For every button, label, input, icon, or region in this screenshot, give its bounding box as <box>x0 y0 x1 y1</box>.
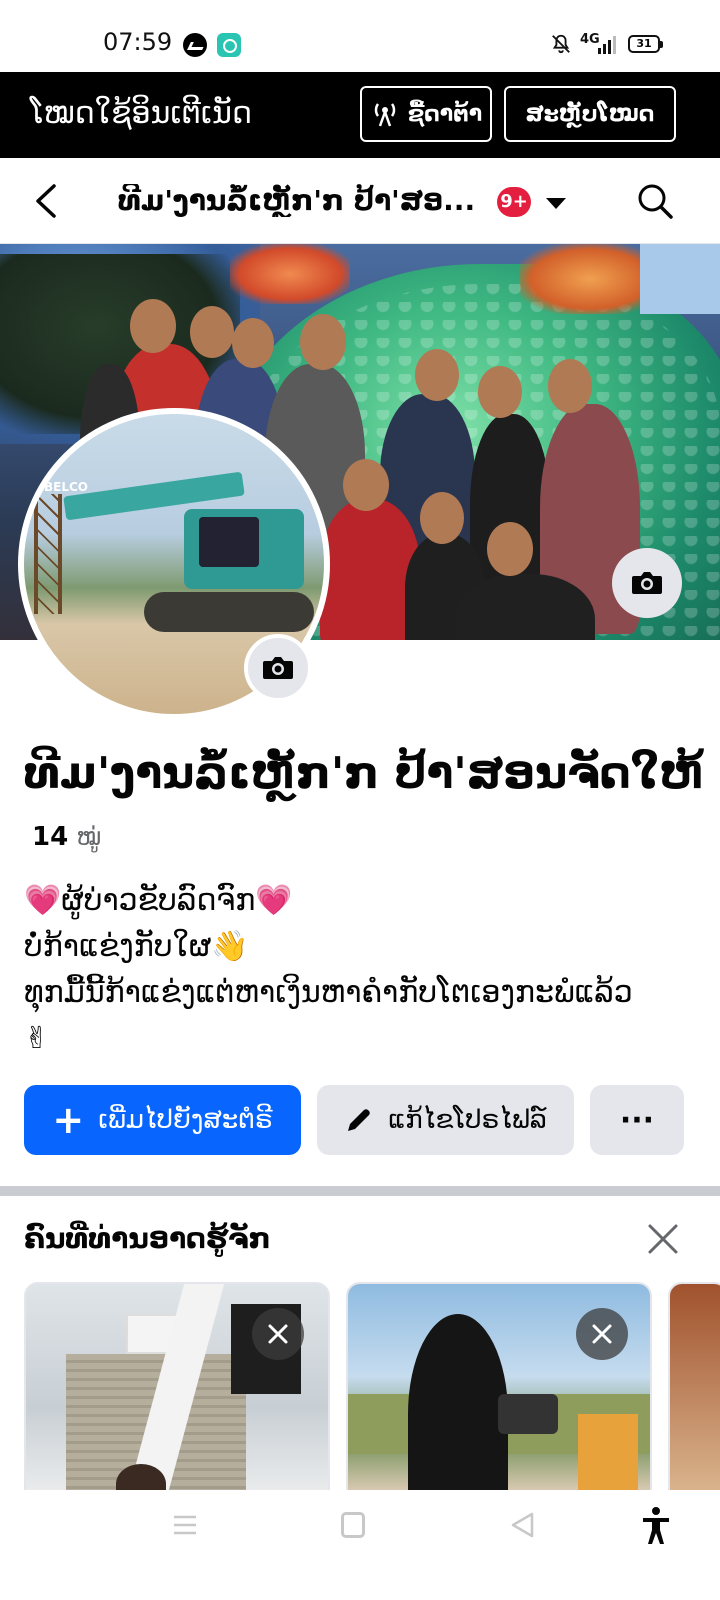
caret-down-icon[interactable] <box>546 198 566 209</box>
back-triangle-icon[interactable] <box>508 1510 538 1540</box>
suggestion-card[interactable] <box>24 1282 330 1492</box>
status-time: 07:59 <box>103 28 173 56</box>
buy-data-button[interactable]: ຊື້ດາຕ້າ <box>360 86 492 142</box>
profile-bio: 💗ຜູ້ບ່າວຂັບລົດຈົກ💗 ບໍ່ກ້າແຂ່ງກັບໃຜ👋 ທຸກມ… <box>24 878 704 1062</box>
app-notification-icon <box>217 33 241 57</box>
data-mode-title: ໂໝດໃຊ້ອິນເຕີເນັດ <box>30 96 252 131</box>
add-to-story-button[interactable]: + ເພີ່ມໄປຍັງສະຕໍຣີ <box>24 1085 301 1155</box>
camera-icon <box>263 657 293 679</box>
dismiss-suggestion-button[interactable] <box>252 1308 304 1360</box>
pencil-icon <box>348 1109 370 1131</box>
status-bar: 07:59 4G 31 <box>0 0 720 72</box>
system-nav-bar <box>0 1490 720 1600</box>
network-type: 4G <box>580 32 600 47</box>
profile-camera-button[interactable] <box>244 634 312 702</box>
bio-line: ບໍ່ກ້າແຂ່ງກັບໃຜ👋 <box>24 929 249 964</box>
close-icon <box>592 1324 612 1344</box>
home-icon[interactable] <box>341 1512 365 1538</box>
switch-mode-button[interactable]: ສະຫຼັບໂໝດ <box>504 86 676 142</box>
friend-count-number: 14 <box>32 822 69 852</box>
plus-icon: + <box>52 1098 85 1142</box>
close-icon <box>268 1324 288 1344</box>
excavator-brand-label: BELCO <box>44 480 88 494</box>
data-mode-banner: ໂໝດໃຊ້ອິນເຕີເນັດ ຊື້ດາຕ້າ ສະຫຼັບໂໝດ <box>0 72 720 158</box>
menu-icon[interactable] <box>172 1513 198 1537</box>
suggestion-card[interactable] <box>346 1282 652 1492</box>
bio-line: ✌ <box>24 1021 50 1056</box>
notification-badge[interactable]: 9+ <box>497 187 531 217</box>
buy-data-label: ຊື້ດາຕ້າ <box>407 101 483 127</box>
friend-count-unit: ໝູ່ <box>76 823 102 851</box>
close-icon[interactable] <box>646 1222 680 1256</box>
signal-icon <box>598 36 618 54</box>
header-title[interactable]: ທີມ'ງານລໍ້ເຫຼັກ'ກ ປ້າ'ສອ... <box>118 184 478 217</box>
messenger-icon <box>183 33 207 57</box>
mute-icon <box>552 34 570 54</box>
people-you-may-know-title: ຄົນທີ່ທ່ານອາດຮູ້ຈັກ <box>24 1222 271 1255</box>
bio-line: ທຸກມື້ນີ້ກ້າແຂ່ງແຕ່ຫາເງິນຫາຄຳກັບໂຕເອງກະພ… <box>24 975 633 1010</box>
profile-name: ທີມ'ງານລໍ້ເຫຼັກ'ກ ປ້າ'ສອນຈັດໃຫ້ <box>24 748 705 799</box>
edit-profile-label: ແກ້ໄຂໂປຣໄຟລ໌ <box>388 1105 547 1135</box>
section-divider <box>0 1186 720 1196</box>
search-icon[interactable] <box>636 182 674 220</box>
add-to-story-label: ເພີ່ມໄປຍັງສະຕໍຣີ <box>98 1105 273 1135</box>
accessibility-icon[interactable] <box>640 1506 672 1546</box>
page-header: ທີມ'ງານລໍ້ເຫຼັກ'ກ ປ້າ'ສອ... 9+ <box>0 158 720 244</box>
friend-count[interactable]: 14 ໝູ່ <box>32 822 101 852</box>
camera-icon <box>632 572 662 594</box>
cover-camera-button[interactable] <box>612 548 682 618</box>
antenna-icon <box>374 103 396 127</box>
more-icon: ··· <box>619 1102 655 1138</box>
bio-line: 💗ຜູ້ບ່າວຂັບລົດຈົກ💗 <box>24 883 293 918</box>
battery-icon: 31 <box>628 35 663 53</box>
more-options-button[interactable]: ··· <box>590 1085 684 1155</box>
back-icon[interactable] <box>30 182 62 220</box>
edit-profile-button[interactable]: ແກ້ໄຂໂປຣໄຟລ໌ <box>317 1085 574 1155</box>
switch-mode-label: ສະຫຼັບໂໝດ <box>525 101 655 127</box>
dismiss-suggestion-button[interactable] <box>576 1308 628 1360</box>
suggestion-card[interactable] <box>668 1282 720 1492</box>
